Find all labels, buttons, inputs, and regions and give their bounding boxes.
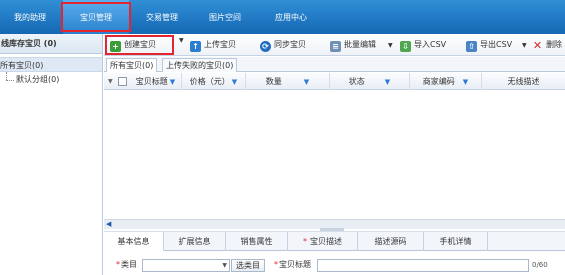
filter-icon[interactable]: ▼	[463, 78, 468, 86]
column-status-label: 状态	[348, 77, 365, 86]
import-icon: ⇩	[400, 41, 411, 52]
tab-extended-info[interactable]: 扩展信息	[164, 232, 226, 251]
export-caret-icon[interactable]: ▼	[522, 42, 527, 49]
title-field-label: *宝贝标题	[274, 259, 311, 271]
filter-icon[interactable]: ▼	[304, 78, 309, 86]
column-quantity-label: 数量	[265, 77, 282, 86]
export-icon: ⇧	[466, 41, 477, 52]
filter-icon[interactable]: ▼	[170, 78, 175, 86]
column-header-price[interactable]: 价格（元） ▼	[182, 73, 246, 90]
top-nav-bar: 我的助理 宝贝管理 交易管理 图片空间 应用中心	[0, 0, 565, 34]
select-category-button[interactable]: 选类目	[231, 259, 265, 272]
delete-label: 删除	[546, 40, 562, 49]
sync-item-label: 同步宝贝	[274, 40, 306, 49]
tab-sales-attributes[interactable]: 销售属性	[226, 232, 288, 251]
sidebar: 线库存宝贝 (0) 所有宝贝(0) 默认分组(0)	[0, 34, 103, 275]
upload-item-button[interactable]: ↑ 上传宝贝	[190, 37, 236, 53]
sync-icon: ⟳	[260, 41, 271, 52]
required-asterisk: *	[274, 260, 278, 269]
filter-icon[interactable]: ▼	[232, 78, 237, 86]
nav-tab-app-center[interactable]: 应用中心	[258, 0, 324, 34]
create-item-label: 创建宝贝	[124, 40, 156, 49]
scroll-left-icon[interactable]: ◀	[106, 220, 111, 229]
item-title-input[interactable]	[317, 259, 529, 272]
upload-icon: ↑	[190, 41, 201, 52]
create-dropdown-caret-icon[interactable]: ▼	[179, 37, 184, 44]
tab-item-description-label: 宝贝描述	[310, 237, 342, 246]
batch-edit-caret-icon[interactable]: ▼	[388, 42, 393, 49]
delete-x-icon: ✕	[532, 39, 543, 52]
sync-item-button[interactable]: ⟳ 同步宝贝	[260, 37, 306, 53]
tab-description-source[interactable]: 描述源码	[358, 232, 424, 251]
sidebar-title: 线库存宝贝 (0)	[0, 34, 102, 54]
nav-tab-image-space[interactable]: 图片空间	[192, 0, 258, 34]
tab-mobile-details[interactable]: 手机详情	[424, 232, 488, 251]
item-filter-tabs: 所有宝贝(0) 上传失败的宝贝(0)	[104, 57, 565, 72]
chevron-down-icon: ▼	[222, 262, 227, 269]
column-header-merchant-code[interactable]: 商家编码 ▼	[410, 73, 482, 90]
title-char-counter: 0/60	[532, 261, 548, 269]
filter-icon[interactable]: ▼	[385, 78, 390, 86]
batch-edit-icon: ≡	[330, 41, 341, 52]
tab-item-description[interactable]: * 宝贝描述	[288, 232, 358, 251]
column-header-status[interactable]: 状态 ▼	[330, 73, 410, 90]
toolbar: + 创建宝贝 ▼ ↑ 上传宝贝 ⟳ 同步宝贝 ≡ 批量编辑 ▼ ⇩ 导入CSV ⇧ 导出CS…	[104, 34, 565, 56]
basic-info-form: *类目 ▼ 选类目 *宝贝标题 0/60	[104, 252, 565, 275]
column-title-label: 宝贝标题	[135, 77, 168, 86]
tab-all-items[interactable]: 所有宝贝(0)	[106, 58, 158, 72]
column-merchant-code-label: 商家编码	[422, 77, 455, 86]
required-asterisk: *	[303, 237, 307, 246]
category-field-label: *类目	[116, 259, 137, 271]
tree-item-all-items[interactable]: 所有宝贝(0)	[0, 57, 102, 72]
column-header-title[interactable]: 宝贝标题 ▼	[130, 73, 182, 90]
nav-tab-my-assistant[interactable]: 我的助理	[0, 0, 60, 34]
nav-tab-item-management[interactable]: 宝贝管理	[63, 0, 129, 34]
category-select[interactable]: ▼	[142, 259, 230, 272]
tab-basic-info[interactable]: 基本信息	[104, 232, 164, 251]
column-price-label: 价格（元）	[189, 77, 230, 86]
import-csv-button[interactable]: ⇩ 导入CSV	[400, 37, 446, 53]
delete-button[interactable]: ✕ 删除	[532, 37, 562, 53]
select-all-checkbox[interactable]	[118, 77, 127, 86]
required-asterisk: *	[116, 260, 120, 269]
export-csv-label: 导出CSV	[480, 40, 513, 49]
category-label-text: 类目	[121, 260, 137, 269]
detail-tabs: 基本信息 扩展信息 销售属性 * 宝贝描述 描述源码 手机详情	[104, 231, 565, 251]
nav-tab-trade-management[interactable]: 交易管理	[132, 0, 192, 34]
export-csv-button[interactable]: ⇧ 导出CSV	[466, 37, 512, 53]
column-mobile-desc-label: 无线描述	[507, 77, 540, 86]
table-header: ▼ 宝贝标题 ▼ 价格（元） ▼ 数量 ▼ 状态 ▼ 商家编码 ▼ 无线描述	[104, 73, 565, 90]
create-item-button[interactable]: + 创建宝贝	[110, 37, 156, 53]
import-csv-label: 导入CSV	[414, 40, 447, 49]
batch-edit-button[interactable]: ≡ 批量编辑	[330, 37, 376, 53]
tab-upload-failed[interactable]: 上传失败的宝贝(0)	[162, 58, 238, 72]
plus-icon: +	[110, 41, 121, 52]
tree-item-default-group[interactable]: 默认分组(0)	[0, 72, 102, 87]
batch-edit-label: 批量编辑	[344, 40, 376, 49]
column-header-mobile-desc[interactable]: 无线描述	[482, 73, 565, 90]
title-label-text: 宝贝标题	[279, 260, 311, 269]
upload-item-label: 上传宝贝	[204, 40, 236, 49]
column-header-quantity[interactable]: 数量 ▼	[246, 73, 330, 90]
table-body	[104, 91, 565, 219]
sort-arrow-icon[interactable]: ▼	[108, 73, 113, 90]
